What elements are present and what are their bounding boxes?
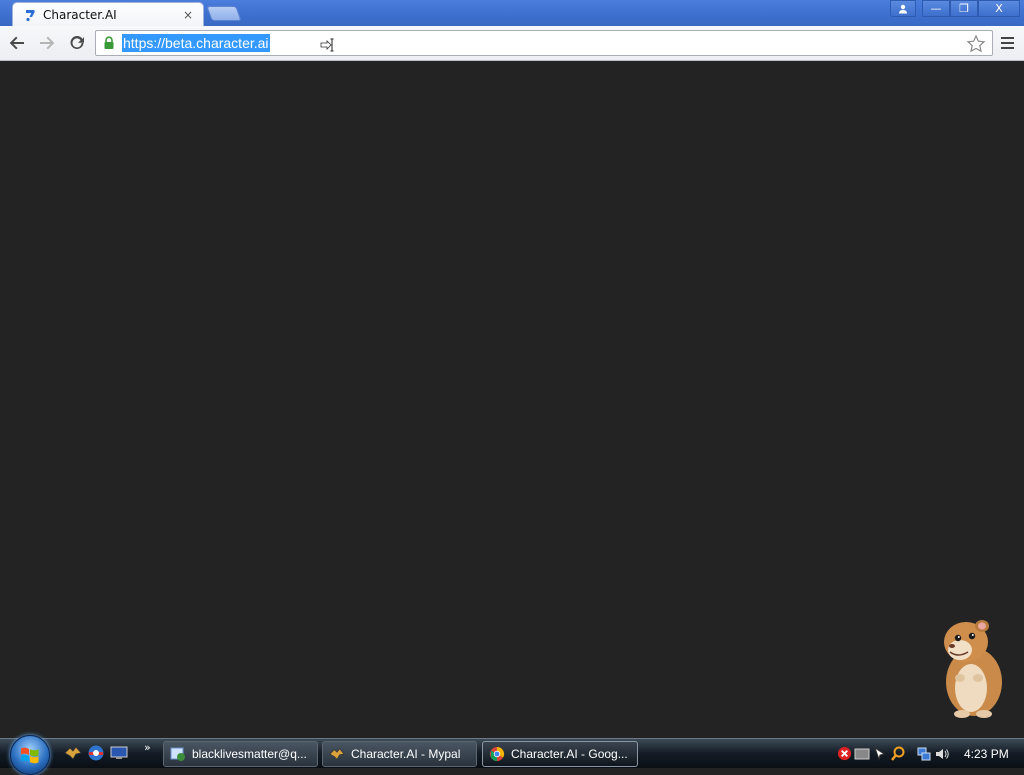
messenger-icon: [170, 746, 186, 762]
hamster-mascot-image: [938, 616, 1008, 724]
character-ai-favicon-icon: [23, 8, 37, 22]
network-icon[interactable]: [916, 746, 932, 762]
taskbar-item-mypal[interactable]: Character.AI - Mypal: [322, 741, 477, 767]
new-tab-button[interactable]: [206, 6, 242, 21]
browser-quicklaunch-icon[interactable]: [87, 744, 105, 762]
pointer-tool-icon[interactable]: [872, 746, 888, 762]
chrome-icon: [489, 746, 505, 762]
system-tray: 4:23 PM: [834, 739, 1024, 768]
network-activity-icon[interactable]: [854, 746, 870, 762]
page-content: [0, 62, 1024, 738]
tab-title: Character.AI: [43, 7, 117, 22]
profile-button[interactable]: [890, 0, 916, 17]
task-label: blacklivesmatter@q...: [192, 747, 307, 761]
volume-icon[interactable]: [934, 746, 950, 762]
forward-arrow-icon: [40, 36, 55, 50]
mouse-cursor-icon: [320, 37, 336, 56]
lock-icon: [102, 35, 116, 51]
quicklaunch-more-icon[interactable]: »: [144, 741, 151, 754]
user-icon: [899, 4, 907, 13]
taskbar-clock[interactable]: 4:23 PM: [964, 747, 1009, 761]
close-window-button[interactable]: X: [978, 0, 1020, 17]
show-desktop-icon[interactable]: [110, 744, 128, 762]
taskbar-item-messenger[interactable]: blacklivesmatter@q...: [163, 741, 318, 767]
restore-button[interactable]: ❐: [950, 0, 978, 17]
windows-logo-icon: [21, 747, 39, 764]
tab-close-icon[interactable]: ×: [181, 8, 195, 22]
mypal-icon: [329, 746, 345, 762]
chrome-menu-icon[interactable]: [996, 32, 1018, 54]
tab-strip: Character.AI × — ❐ X: [0, 0, 1024, 26]
minimize-button[interactable]: —: [922, 0, 950, 17]
task-label: Character.AI - Mypal: [351, 747, 461, 761]
bookmark-star-icon[interactable]: [966, 34, 986, 58]
reload-button[interactable]: [64, 30, 90, 56]
address-bar[interactable]: https://beta.character.ai: [95, 30, 993, 56]
reload-icon: [70, 35, 84, 49]
task-label: Character.AI - Goog...: [511, 747, 628, 761]
browser-tab[interactable]: Character.AI ×: [12, 2, 204, 26]
start-button[interactable]: [10, 735, 50, 775]
back-arrow-icon: [9, 36, 24, 50]
window-controls: — ❐ X: [890, 0, 1020, 18]
browser-toolbar: https://beta.character.ai: [0, 26, 1024, 61]
search-tray-icon[interactable]: [890, 746, 906, 762]
forward-button[interactable]: [34, 30, 60, 56]
taskbar-item-chrome[interactable]: Character.AI - Goog...: [482, 741, 638, 767]
mypal-quicklaunch-icon[interactable]: [64, 744, 82, 762]
back-button[interactable]: [4, 30, 30, 56]
url-text[interactable]: https://beta.character.ai: [122, 34, 270, 52]
security-alert-icon[interactable]: [836, 746, 852, 762]
